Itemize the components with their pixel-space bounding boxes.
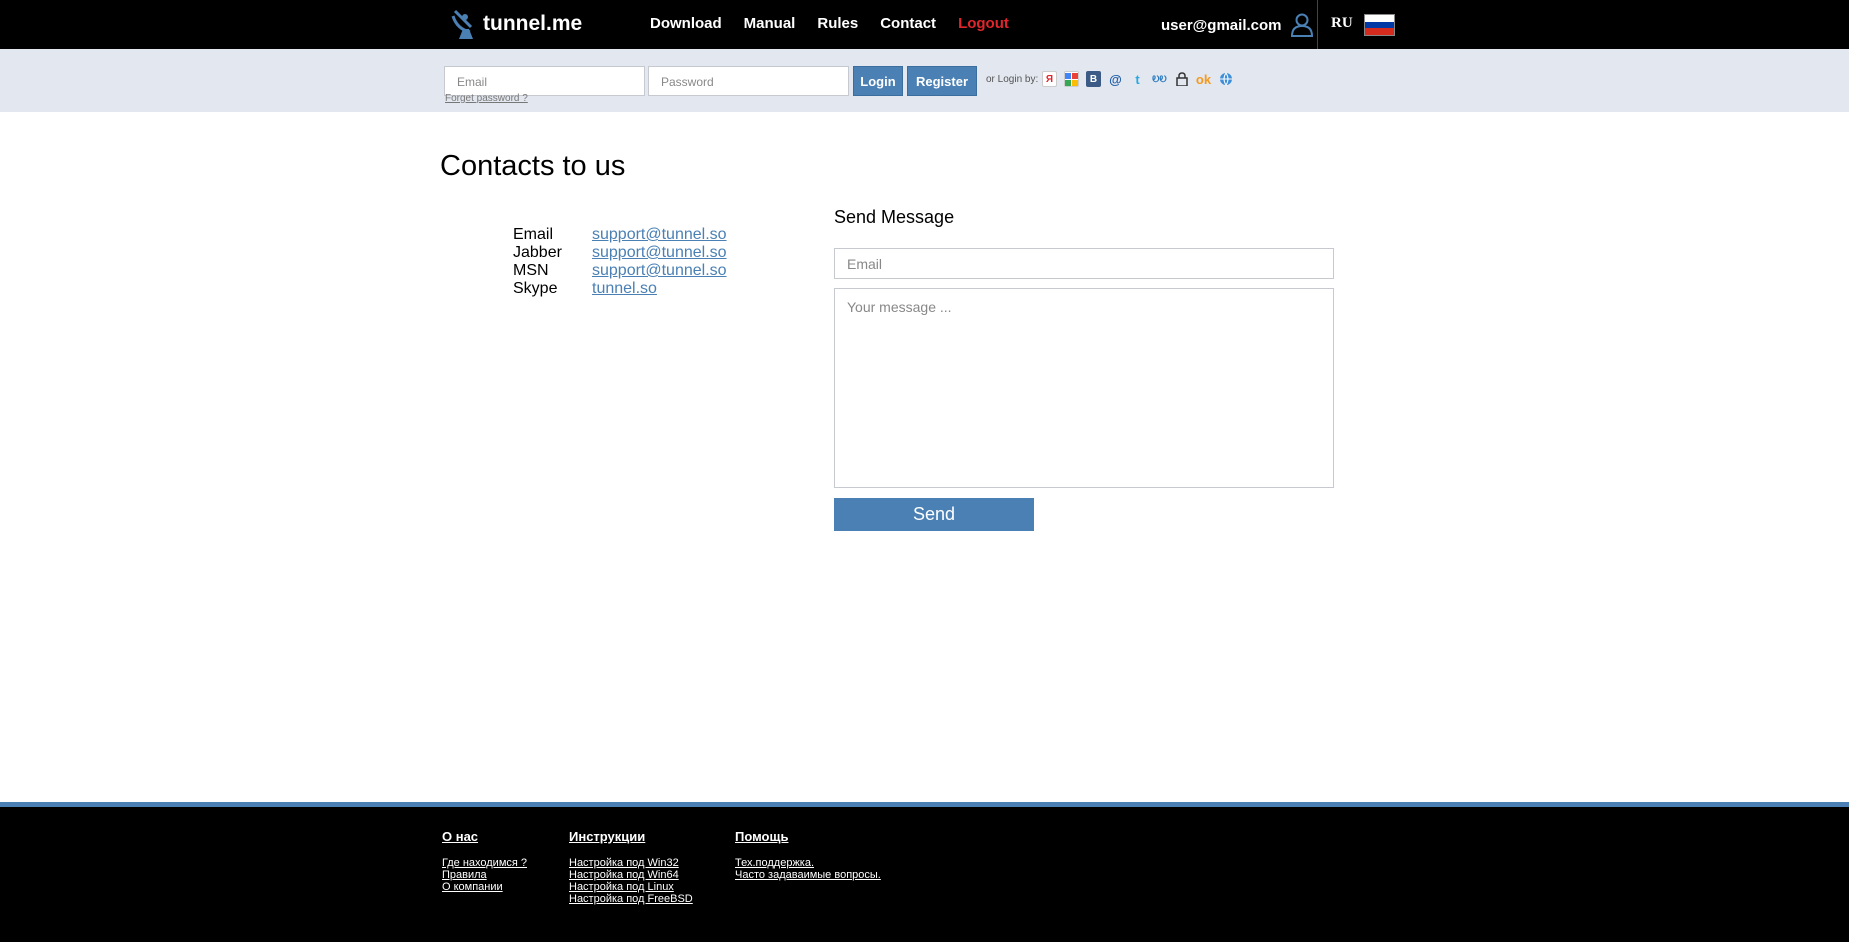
login-email-input[interactable]: Email xyxy=(444,66,645,96)
or-login-by-label: or Login by: xyxy=(986,74,1039,85)
footer-link[interactable]: О компании xyxy=(442,881,527,893)
contact-email-link[interactable]: support@tunnel.so xyxy=(592,226,727,244)
social-login-icons: Я В @ t ᎧᎧ ok xyxy=(1042,71,1240,87)
footer-link[interactable]: Настройка под Win32 xyxy=(569,857,693,869)
footer-heading[interactable]: Помощь xyxy=(735,829,881,844)
logo-text: tunnel.me xyxy=(483,11,583,35)
footer-link[interactable]: Настройка под Win64 xyxy=(569,869,693,881)
user-icon[interactable] xyxy=(1290,13,1313,37)
nav-logout[interactable]: Logout xyxy=(958,15,1009,32)
contact-row: Email support@tunnel.so xyxy=(513,226,727,244)
contact-row: MSN support@tunnel.so xyxy=(513,262,727,280)
footer-column-about: О нас Где находимся ? Правила О компании xyxy=(442,829,527,893)
page-title: Contacts to us xyxy=(440,150,626,182)
livejournal-icon[interactable]: ᎧᎧ xyxy=(1152,71,1167,87)
send-button[interactable]: Send xyxy=(834,498,1034,531)
google-icon[interactable] xyxy=(1064,71,1079,87)
forget-password-link[interactable]: Forget password ? xyxy=(445,93,528,104)
login-button[interactable]: Login xyxy=(853,66,903,96)
yandex-icon[interactable]: Я xyxy=(1042,71,1057,87)
footer-link[interactable]: Где находимся ? xyxy=(442,857,527,869)
main-nav: Download Manual Rules Contact Logout xyxy=(650,15,1031,32)
openid-icon[interactable] xyxy=(1218,71,1233,87)
contacts-list: Email support@tunnel.so Jabber support@t… xyxy=(513,226,727,298)
footer-heading[interactable]: О нас xyxy=(442,829,527,844)
footer-column-instructions: Инструкции Настройка под Win32 Настройка… xyxy=(569,829,693,905)
login-bar: Email Password Login Register or Login b… xyxy=(0,49,1849,112)
message-email-input[interactable]: Email xyxy=(834,248,1334,279)
footer-link[interactable]: Тех.поддержка. xyxy=(735,857,881,869)
mailru-icon[interactable]: @ xyxy=(1108,71,1123,87)
contact-label: MSN xyxy=(513,262,549,279)
satellite-dish-icon xyxy=(451,9,473,39)
divider xyxy=(1317,0,1318,49)
register-button[interactable]: Register xyxy=(907,66,977,96)
user-account[interactable]: user@gmail.com xyxy=(1161,13,1313,37)
footer: О нас Где находимся ? Правила О компании… xyxy=(0,802,1849,942)
contact-label: Email xyxy=(513,226,554,243)
odnoklassniki-icon[interactable]: ok xyxy=(1196,71,1211,87)
footer-link[interactable]: Настройка под Linux xyxy=(569,881,693,893)
russia-flag-icon[interactable] xyxy=(1364,14,1395,36)
message-textarea[interactable]: Your message ... xyxy=(834,288,1334,488)
logo[interactable]: tunnel.me xyxy=(451,7,582,40)
vkontakte-icon[interactable]: В xyxy=(1086,71,1101,87)
contact-msn-link[interactable]: support@tunnel.so xyxy=(592,262,727,280)
footer-link[interactable]: Часто задаваимые вопросы. xyxy=(735,869,881,881)
contact-skype-link[interactable]: tunnel.so xyxy=(592,280,657,298)
footer-link[interactable]: Правила xyxy=(442,869,527,881)
nav-rules[interactable]: Rules xyxy=(817,15,858,32)
footer-link[interactable]: Настройка под FreeBSD xyxy=(569,893,693,905)
lock-icon[interactable] xyxy=(1174,71,1189,87)
footer-column-help: Помощь Тех.поддержка. Часто задаваимые в… xyxy=(735,829,881,881)
contact-label: Jabber xyxy=(513,244,562,261)
nav-contact[interactable]: Contact xyxy=(880,15,936,32)
login-password-input[interactable]: Password xyxy=(648,66,849,96)
twitter-icon[interactable]: t xyxy=(1130,71,1145,87)
contact-label: Skype xyxy=(513,280,558,297)
footer-heading[interactable]: Инструкции xyxy=(569,829,693,844)
top-navigation-bar: tunnel.me Download Manual Rules Contact … xyxy=(0,0,1849,49)
nav-manual[interactable]: Manual xyxy=(744,15,796,32)
nav-download[interactable]: Download xyxy=(650,15,722,32)
contact-row: Jabber support@tunnel.so xyxy=(513,244,727,262)
contact-jabber-link[interactable]: support@tunnel.so xyxy=(592,244,727,262)
user-email[interactable]: user@gmail.com xyxy=(1161,17,1282,34)
send-message-title: Send Message xyxy=(834,207,955,227)
contact-row: Skype tunnel.so xyxy=(513,280,727,298)
language-code[interactable]: RU xyxy=(1331,15,1353,32)
